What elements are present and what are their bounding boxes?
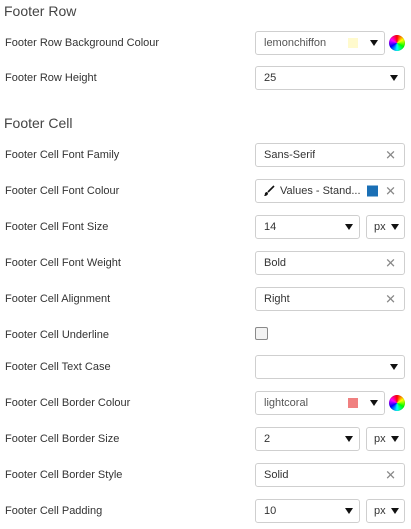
label-padding: Footer Cell Padding <box>5 505 103 517</box>
label-alignment: Footer Cell Alignment <box>5 293 111 305</box>
label-border-colour: Footer Cell Border Colour <box>5 397 131 409</box>
label-font-size: Footer Cell Font Size <box>5 221 109 233</box>
border-colour-select[interactable]: lightcoral <box>255 391 385 415</box>
label-font-family: Footer Cell Font Family <box>5 149 120 161</box>
footer-row-height-value: 25 <box>264 72 277 84</box>
clear-icon[interactable]: ✕ <box>385 149 396 162</box>
label-font-colour: Footer Cell Font Colour <box>5 185 120 197</box>
label-text-case: Footer Cell Text Case <box>5 361 111 373</box>
alignment-value: Right <box>264 293 290 305</box>
alignment-input[interactable]: Right ✕ <box>255 287 405 311</box>
font-family-input[interactable]: Sans-Serif ✕ <box>255 143 405 167</box>
padding-unit-value: px <box>374 505 386 517</box>
label-font-weight: Footer Cell Font Weight <box>5 257 121 269</box>
label-border-size: Footer Cell Border Size <box>5 433 120 445</box>
font-size-value: 14 <box>264 221 277 233</box>
padding-select[interactable]: 10 <box>255 499 360 523</box>
padding-value: 10 <box>264 505 277 517</box>
footer-row-bg-colour-value: lemonchiffon <box>264 37 327 49</box>
clear-icon[interactable]: ✕ <box>385 469 396 482</box>
border-size-value: 2 <box>264 433 271 445</box>
label-underline: Footer Cell Underline <box>5 329 109 341</box>
chevron-down-icon <box>390 75 398 81</box>
font-colour-input[interactable]: Values - Stand... ✕ <box>255 179 405 203</box>
font-weight-input[interactable]: Bold ✕ <box>255 251 405 275</box>
font-family-value: Sans-Serif <box>264 149 316 161</box>
chevron-down-icon <box>391 508 399 514</box>
label-footer-row-height: Footer Row Height <box>5 72 97 84</box>
border-size-unit-value: px <box>374 433 386 445</box>
chevron-down-icon <box>370 40 378 46</box>
clear-icon[interactable]: ✕ <box>385 185 396 198</box>
border-size-unit-select[interactable]: px <box>366 427 405 451</box>
clear-icon[interactable]: ✕ <box>385 257 396 270</box>
colour-swatch <box>367 185 378 197</box>
chevron-down-icon <box>391 224 399 230</box>
chevron-down-icon <box>370 400 378 406</box>
clear-icon[interactable]: ✕ <box>385 293 396 306</box>
colour-wheel-icon[interactable] <box>389 395 405 411</box>
chevron-down-icon <box>390 364 398 370</box>
chevron-down-icon <box>345 508 353 514</box>
border-size-select[interactable]: 2 <box>255 427 360 451</box>
border-style-input[interactable]: Solid ✕ <box>255 463 405 487</box>
border-style-value: Solid <box>264 469 289 481</box>
section-title-footer-cell: Footer Cell <box>4 115 73 131</box>
border-colour-value: lightcoral <box>264 397 309 409</box>
font-size-unit-value: px <box>374 221 386 233</box>
underline-checkbox[interactable] <box>255 327 268 340</box>
chevron-down-icon <box>345 436 353 442</box>
colour-swatch <box>348 398 358 408</box>
chevron-down-icon <box>345 224 353 230</box>
font-size-unit-select[interactable]: px <box>366 215 405 239</box>
padding-unit-select[interactable]: px <box>366 499 405 523</box>
footer-row-height-select[interactable]: 25 <box>255 66 405 90</box>
label-footer-row-bg-colour: Footer Row Background Colour <box>5 37 160 49</box>
font-size-select[interactable]: 14 <box>255 215 360 239</box>
font-weight-value: Bold <box>264 257 287 269</box>
section-title-footer-row: Footer Row <box>4 3 77 19</box>
footer-row-bg-colour-select[interactable]: lemonchiffon <box>255 31 385 55</box>
colour-swatch <box>348 38 358 48</box>
colour-wheel-icon[interactable] <box>389 35 405 51</box>
chevron-down-icon <box>391 436 399 442</box>
label-border-style: Footer Cell Border Style <box>5 469 123 481</box>
text-case-select[interactable] <box>255 355 405 379</box>
brush-icon <box>264 185 275 196</box>
